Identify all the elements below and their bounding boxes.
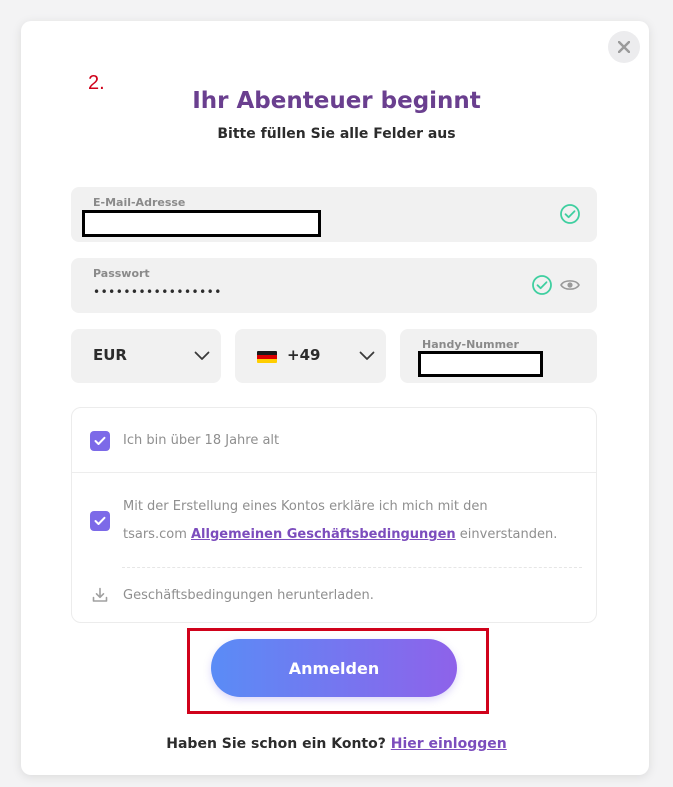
germany-flag-icon bbox=[257, 351, 277, 363]
terms-text-line2: tsars.com Allgemeinen Geschäftsbedingung… bbox=[123, 527, 557, 542]
dashed-separator bbox=[122, 567, 582, 568]
age-label: Ich bin über 18 Jahre alt bbox=[123, 433, 280, 448]
currency-select[interactable]: EUR bbox=[71, 329, 221, 383]
phone-code-value: +49 bbox=[287, 346, 321, 364]
phone-number-field[interactable]: Handy-Nummer bbox=[400, 329, 597, 383]
check-circle-icon bbox=[532, 275, 552, 295]
close-icon bbox=[618, 41, 630, 53]
phone-code-select[interactable]: +49 bbox=[235, 329, 386, 383]
divider bbox=[72, 472, 596, 473]
password-value: ••••••••••••••••• bbox=[93, 285, 222, 299]
email-label: E-Mail-Adresse bbox=[93, 196, 186, 209]
terms-checkbox[interactable] bbox=[90, 511, 110, 531]
login-prompt-text: Haben Sie schon ein Konto? bbox=[166, 736, 391, 752]
login-prompt: Haben Sie schon ein Konto? Hier einlogge… bbox=[0, 736, 673, 752]
terms-panel: Ich bin über 18 Jahre alt Mit der Erstel… bbox=[71, 407, 597, 623]
terms-text-line1: Mit der Erstellung eines Kontos erkläre … bbox=[123, 499, 488, 514]
terms-suffix: einverstanden. bbox=[455, 527, 558, 542]
password-label: Passwort bbox=[93, 267, 150, 280]
terms-prefix: tsars.com bbox=[123, 527, 191, 542]
eye-icon[interactable] bbox=[560, 278, 580, 292]
close-button[interactable] bbox=[608, 31, 640, 63]
email-field[interactable]: E-Mail-Adresse bbox=[71, 187, 597, 242]
terms-link[interactable]: Allgemeinen Geschäftsbedingungen bbox=[191, 527, 456, 542]
phone-redaction bbox=[418, 351, 543, 377]
dialog-subtitle: Bitte füllen Sie alle Felder aus bbox=[217, 126, 456, 142]
download-icon bbox=[92, 587, 108, 602]
chevron-down-icon bbox=[359, 351, 375, 360]
chevron-down-icon bbox=[194, 351, 210, 360]
dialog-title: Ihr Abenteuer beginnt bbox=[192, 88, 481, 114]
phone-number-label: Handy-Nummer bbox=[422, 338, 519, 351]
register-button[interactable]: Anmelden bbox=[211, 639, 457, 697]
login-link[interactable]: Hier einloggen bbox=[391, 736, 507, 752]
currency-value: EUR bbox=[93, 346, 127, 364]
checkmark-icon bbox=[94, 516, 106, 525]
check-circle-icon bbox=[560, 204, 580, 224]
checkmark-icon bbox=[94, 436, 106, 445]
age-checkbox[interactable] bbox=[90, 431, 110, 451]
password-field[interactable]: Passwort ••••••••••••••••• bbox=[71, 258, 597, 313]
download-terms-label: Geschäftsbedingungen herunterladen. bbox=[123, 588, 374, 603]
email-redaction bbox=[82, 210, 321, 237]
download-terms-link[interactable]: Geschäftsbedingungen herunterladen. bbox=[92, 585, 412, 607]
